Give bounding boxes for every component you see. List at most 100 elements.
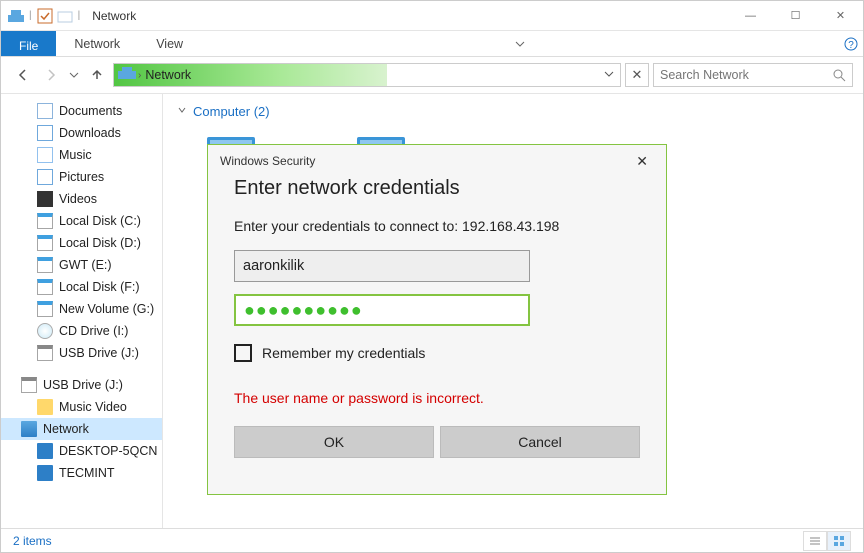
new-folder-icon[interactable]	[56, 7, 74, 25]
tree-item[interactable]: TECMINT	[1, 462, 162, 484]
tree-item[interactable]: Downloads	[1, 122, 162, 144]
tree-item[interactable]: New Volume (G:)	[1, 298, 162, 320]
disk-icon	[37, 257, 53, 273]
search-icon	[832, 68, 846, 82]
comp-icon	[37, 443, 53, 459]
dialog-title: Windows Security	[220, 154, 315, 168]
down-icon	[37, 125, 53, 141]
tree-item[interactable]: Pictures	[1, 166, 162, 188]
group-header[interactable]: Computer (2)	[177, 104, 849, 119]
tree-item-label: New Volume (G:)	[59, 302, 154, 316]
cancel-button[interactable]: Cancel	[440, 426, 640, 458]
help-button[interactable]: ?	[839, 31, 863, 56]
tree-item-label: TECMINT	[59, 466, 115, 480]
tree-item-label: Documents	[59, 104, 122, 118]
checkbox-box	[234, 344, 252, 362]
properties-icon[interactable]	[36, 7, 54, 25]
recent-locations-button[interactable]	[67, 63, 81, 87]
dialog-instruction: Enter your credentials to connect to: 19…	[234, 218, 640, 234]
app-icon	[7, 7, 25, 25]
search-box[interactable]	[653, 63, 853, 87]
file-tab[interactable]: File	[1, 31, 56, 56]
chevron-down-icon	[177, 105, 187, 118]
tree-item-label: USB Drive (J:)	[59, 346, 139, 360]
tree-item-label: Pictures	[59, 170, 104, 184]
remember-label: Remember my credentials	[262, 345, 425, 361]
tree-item-label: Local Disk (C:)	[59, 214, 141, 228]
password-mask: ●●●●●●●●●●	[244, 300, 363, 321]
usb-icon	[21, 377, 37, 393]
music-icon	[37, 147, 53, 163]
tree-item[interactable]: Documents	[1, 100, 162, 122]
tree-item-label: Music	[59, 148, 92, 162]
disk-icon	[37, 279, 53, 295]
tab-view[interactable]: View	[138, 31, 201, 56]
maximize-button[interactable]: ☐	[773, 1, 818, 31]
tree-item-label: Local Disk (F:)	[59, 280, 140, 294]
credentials-dialog: Windows Security ✕ Enter network credent…	[207, 144, 667, 495]
disk-icon	[37, 235, 53, 251]
tab-network[interactable]: Network	[56, 31, 138, 56]
tree-item[interactable]: Local Disk (D:)	[1, 232, 162, 254]
address-text: Network	[145, 68, 191, 82]
tree-item-label: DESKTOP-5QCN	[59, 444, 157, 458]
navigation-pane[interactable]: Documents Downloads Music Pictures Videos Loc…	[1, 94, 163, 528]
tree-item-label: Downloads	[59, 126, 121, 140]
address-bar[interactable]: › Network	[113, 63, 621, 87]
tree-item-label: USB Drive (J:)	[43, 378, 123, 392]
pic-icon	[37, 169, 53, 185]
title-bar: | | Network — ☐ ✕	[1, 1, 863, 31]
username-field[interactable]: aaronkilik	[234, 250, 530, 282]
dialog-close-button[interactable]: ✕	[630, 151, 654, 172]
tree-item-label: Videos	[59, 192, 97, 206]
window-title: Network	[92, 9, 136, 23]
tree-item[interactable]: USB Drive (J:)	[1, 374, 162, 396]
net-icon	[21, 421, 37, 437]
tree-item[interactable]: Music Video	[1, 396, 162, 418]
tree-item[interactable]: Music	[1, 144, 162, 166]
ribbon-expand-button[interactable]	[504, 31, 536, 56]
close-button[interactable]: ✕	[818, 1, 863, 31]
disk-icon	[37, 301, 53, 317]
tree-item[interactable]: CD Drive (I:)	[1, 320, 162, 342]
tree-item[interactable]: USB Drive (J:)	[1, 342, 162, 364]
usb-icon	[37, 345, 53, 361]
back-button[interactable]	[11, 63, 35, 87]
up-button[interactable]	[85, 63, 109, 87]
status-text: 2 items	[13, 534, 52, 548]
svg-text:?: ?	[848, 40, 854, 51]
tree-item[interactable]: GWT (E:)	[1, 254, 162, 276]
doc-icon	[37, 103, 53, 119]
tree-item[interactable]: Videos	[1, 188, 162, 210]
comp-icon	[37, 465, 53, 481]
tree-item-label: CD Drive (I:)	[59, 324, 128, 338]
search-input[interactable]	[660, 68, 832, 82]
navigation-bar: › Network ✕	[1, 57, 863, 93]
tree-item-label: Network	[43, 422, 89, 436]
icons-view-button[interactable]	[827, 531, 851, 551]
folder-icon	[37, 399, 53, 415]
cd-icon	[37, 323, 53, 339]
tree-item[interactable]: Network	[1, 418, 162, 440]
tree-item[interactable]: Local Disk (C:)	[1, 210, 162, 232]
ok-button[interactable]: OK	[234, 426, 434, 458]
tree-item-label: GWT (E:)	[59, 258, 112, 272]
stop-refresh-button[interactable]: ✕	[625, 63, 649, 87]
minimize-button[interactable]: —	[728, 1, 773, 31]
forward-button[interactable]	[39, 63, 63, 87]
details-view-button[interactable]	[803, 531, 827, 551]
status-bar: 2 items	[1, 528, 863, 552]
username-value: aaronkilik	[243, 258, 304, 274]
dialog-heading: Enter network credentials	[234, 177, 640, 200]
remember-checkbox[interactable]: Remember my credentials	[234, 344, 640, 362]
ribbon-tabs: File Network View ?	[1, 31, 863, 57]
tree-item-label: Local Disk (D:)	[59, 236, 141, 250]
error-message: The user name or password is incorrect.	[234, 390, 640, 406]
password-field[interactable]: ●●●●●●●●●●	[234, 294, 530, 326]
tree-item[interactable]: Local Disk (F:)	[1, 276, 162, 298]
group-label: Computer (2)	[193, 104, 270, 119]
address-dropdown[interactable]	[598, 69, 620, 82]
network-location-icon	[116, 65, 138, 85]
tree-item[interactable]: DESKTOP-5QCN	[1, 440, 162, 462]
qat-separator: |	[29, 10, 32, 21]
